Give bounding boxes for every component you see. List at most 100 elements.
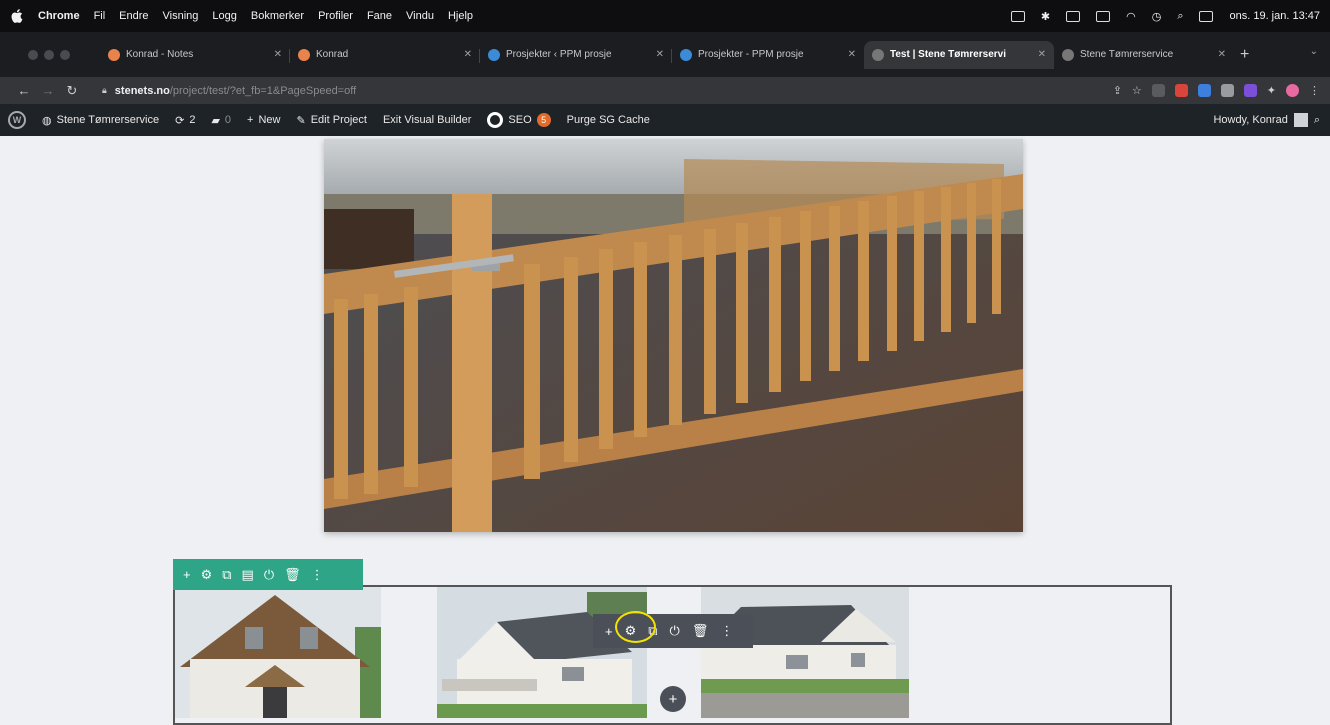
purge-cache-link[interactable]: Purge SG Cache: [567, 114, 650, 126]
menu-item-hjelp[interactable]: Hjelp: [448, 10, 473, 22]
menu-item-fane[interactable]: Fane: [367, 10, 392, 22]
close-tab-icon[interactable]: ✕: [456, 49, 472, 60]
menu-item-logg[interactable]: Logg: [212, 10, 236, 22]
wp-admin-bar: W ◍ Stene Tømrerservice ⟳ 2 ▰ 0 + New ✎ Edit …: [0, 104, 1330, 136]
bookmark-star-icon[interactable]: ☆: [1132, 84, 1142, 97]
edit-project-link[interactable]: ✎ Edit Project: [297, 114, 367, 127]
plus-icon[interactable]: +: [605, 624, 613, 639]
more-icon[interactable]: ⋮: [720, 623, 733, 639]
menu-item-vindu[interactable]: Vindu: [406, 10, 434, 22]
address-bar[interactable]: 🔒︎ stenets.no /project/test/?et_fb=1&Pag…: [102, 85, 356, 97]
seo-link[interactable]: SEO 5: [487, 112, 551, 128]
new-content-link[interactable]: + New: [247, 114, 280, 126]
tab-konrad[interactable]: Konrad ✕: [290, 41, 480, 69]
minimize-window-button[interactable]: [44, 49, 54, 60]
plus-icon[interactable]: +: [183, 567, 191, 582]
menu-item-profiler[interactable]: Profiler: [318, 10, 353, 22]
gear-icon[interactable]: ⚙: [201, 567, 213, 583]
extension-icon[interactable]: [1174, 84, 1188, 97]
extension-icon[interactable]: [1220, 84, 1234, 97]
tab-strip: Konrad - Notes ✕ Konrad ✕ Prosjekter ‹ P…: [0, 32, 1330, 77]
duplicate-icon[interactable]: ⧉: [222, 567, 231, 583]
macos-menu-bar: Chrome Fil Endre Visning Logg Bokmerker …: [0, 0, 1330, 32]
tab-konrad-notes[interactable]: Konrad - Notes ✕: [100, 41, 290, 69]
wp-logo-button[interactable]: W: [8, 111, 26, 129]
gallery-image-house-front[interactable]: [175, 587, 381, 718]
more-icon[interactable]: ⋮: [311, 567, 324, 583]
control-center-icon[interactable]: [1199, 10, 1214, 22]
battery-icon[interactable]: [1096, 10, 1111, 22]
bluetooth-icon[interactable]: ✱: [1041, 10, 1050, 23]
close-tab-icon[interactable]: ✕: [1210, 49, 1226, 60]
page-favicon-icon: [872, 48, 884, 61]
close-tab-icon[interactable]: ✕: [840, 49, 856, 60]
chrome-menu-icon[interactable]: ⋮: [1309, 84, 1320, 97]
extension-icon[interactable]: [1151, 84, 1165, 97]
trash-icon[interactable]: 🗑︎: [692, 623, 709, 639]
wordpress-favicon-icon: [488, 48, 500, 61]
menu-item-fil[interactable]: Fil: [94, 10, 106, 22]
tab-title: Prosjekter ‹ PPM prosje: [506, 49, 612, 60]
comments-count: 0: [224, 114, 232, 126]
profile-avatar-icon[interactable]: [1286, 84, 1299, 97]
comments-link[interactable]: ▰ 0: [211, 114, 231, 127]
search-icon[interactable]: ⌕: [1314, 114, 1320, 127]
columns-icon[interactable]: ▤: [242, 567, 254, 583]
gallery-image-house-yard[interactable]: [701, 587, 909, 718]
menu-app-name[interactable]: Chrome: [38, 10, 80, 22]
updates-link[interactable]: ⟳ 2: [175, 114, 195, 127]
close-window-button[interactable]: [28, 49, 38, 60]
tab-prosjekter[interactable]: Prosjekter - PPM prosje ✕: [672, 41, 864, 69]
menu-clock[interactable]: ons. 19. jan. 13:47: [1229, 10, 1320, 22]
comment-icon: ▰: [211, 114, 220, 127]
gallery-image-house-side[interactable]: [437, 587, 647, 718]
wifi-icon[interactable]: ◠: [1126, 10, 1136, 23]
reload-icon[interactable]: ↻: [60, 83, 84, 99]
new-tab-icon[interactable]: +: [1240, 46, 1249, 64]
extension-icon[interactable]: [1197, 84, 1211, 97]
close-tab-icon[interactable]: ✕: [266, 49, 282, 60]
tab-title: Stene Tømrerservice: [1080, 49, 1174, 60]
site-name: Stene Tømrerservice: [56, 114, 160, 126]
notes-favicon-icon: [298, 48, 310, 61]
back-icon[interactable]: ←: [12, 83, 36, 98]
screen-record-icon[interactable]: [1010, 10, 1025, 22]
tab-prosjekter-admin[interactable]: Prosjekter ‹ PPM prosje ✕: [480, 41, 672, 69]
share-icon[interactable]: ⇪: [1113, 84, 1122, 97]
tab-test-active[interactable]: Test | Stene Tømrerservi ✕: [864, 40, 1054, 69]
power-icon[interactable]: ⏻: [670, 623, 680, 639]
seo-badge: 5: [536, 113, 551, 127]
close-tab-icon[interactable]: ✕: [648, 49, 664, 60]
fence-photo[interactable]: [324, 139, 1023, 532]
exit-visual-builder-link[interactable]: Exit Visual Builder: [383, 114, 471, 126]
add-module-button[interactable]: +: [660, 686, 686, 712]
lock-icon[interactable]: 🔒︎: [102, 85, 107, 96]
menu-item-endre[interactable]: Endre: [119, 10, 148, 22]
toolbar: ← → ↻ 🔒︎ stenets.no /project/test/?et_fb…: [0, 77, 1330, 104]
power-icon[interactable]: ⏻: [264, 567, 274, 583]
account-menu[interactable]: Howdy, Konrad ⌕: [1213, 113, 1330, 127]
tab-stene[interactable]: Stene Tømrerservice ✕: [1054, 41, 1234, 69]
forward-icon[interactable]: →: [36, 83, 60, 98]
wordpress-favicon-icon: [680, 48, 692, 61]
tab-title: Konrad - Notes: [126, 49, 194, 60]
time-machine-icon[interactable]: ◷: [1152, 10, 1162, 23]
zoom-window-button[interactable]: [60, 49, 70, 60]
spotlight-icon[interactable]: ⌕: [1177, 10, 1183, 23]
page-favicon-icon: [1062, 48, 1074, 61]
tab-search-icon[interactable]: ⌄: [1310, 46, 1318, 57]
tab-title: Prosjekter - PPM prosje: [698, 49, 804, 60]
menu-item-visning[interactable]: Visning: [163, 10, 199, 22]
apple-icon[interactable]: [10, 8, 24, 24]
keyboard-icon[interactable]: [1066, 10, 1081, 22]
site-name-link[interactable]: ◍ Stene Tømrerservice: [42, 114, 159, 127]
close-tab-icon[interactable]: ✕: [1030, 49, 1046, 60]
updates-icon: ⟳: [175, 114, 185, 127]
menu-item-bokmerker[interactable]: Bokmerker: [251, 10, 304, 22]
pencil-icon: ✎: [296, 114, 306, 127]
puzzle-extensions-icon[interactable]: ✦: [1267, 84, 1276, 97]
extension-icon[interactable]: [1243, 84, 1257, 97]
row-toolbar: + ⚙ ⧉ ▤ ⏻ 🗑︎ ⋮: [173, 559, 363, 590]
trash-icon[interactable]: 🗑︎: [284, 567, 301, 583]
plus-icon: +: [668, 690, 678, 708]
